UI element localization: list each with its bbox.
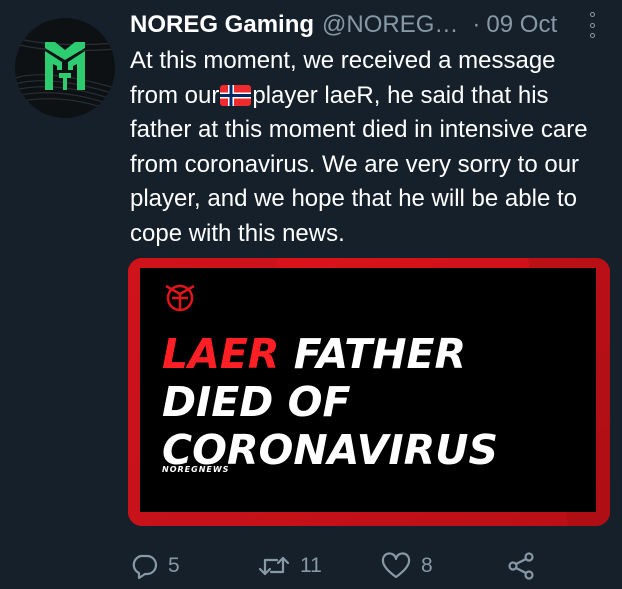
like-button[interactable]: 8: [381, 548, 433, 584]
author-handle[interactable]: @NOREG…: [322, 11, 458, 39]
retweet-button[interactable]: 11: [258, 548, 322, 584]
tweet-media-image[interactable]: LAER FATHER DIED OF CORONAVIRUS NOREGNEW…: [128, 258, 610, 526]
separator-dot: ·: [472, 11, 481, 38]
author-name[interactable]: NOREG Gaming: [130, 11, 314, 39]
retweet-icon: [258, 556, 290, 576]
headline-line2: DIED OF: [162, 378, 351, 426]
retweet-count: 11: [300, 554, 322, 577]
more-options-icon[interactable]: [582, 12, 602, 38]
tweet-actions: 5 11 8: [130, 548, 550, 584]
share-icon: [508, 552, 534, 580]
avatar[interactable]: [15, 18, 115, 118]
reply-button[interactable]: 5: [130, 548, 180, 584]
like-count: 8: [421, 554, 433, 577]
tweet-header: NOREG Gaming @NOREG… · 09 Oct: [130, 8, 602, 42]
heart-icon: [381, 552, 411, 579]
noreg-logo-icon: [15, 37, 115, 113]
norway-flag-icon: [220, 84, 252, 106]
tweet-text: At this moment, we received a message fr…: [130, 44, 610, 251]
reply-icon: [132, 554, 158, 580]
reply-count: 5: [168, 554, 180, 577]
headline-line1: FATHER: [293, 330, 467, 378]
media-headline: LAER FATHER DIED OF CORONAVIRUS: [162, 330, 498, 474]
noreg-news-logo-icon: [165, 284, 195, 312]
media-tag: NOREGNEWS: [162, 465, 230, 474]
tweet-date[interactable]: 09 Oct: [486, 11, 557, 39]
share-button[interactable]: [506, 548, 546, 584]
headline-red-word: LAER: [162, 330, 280, 378]
